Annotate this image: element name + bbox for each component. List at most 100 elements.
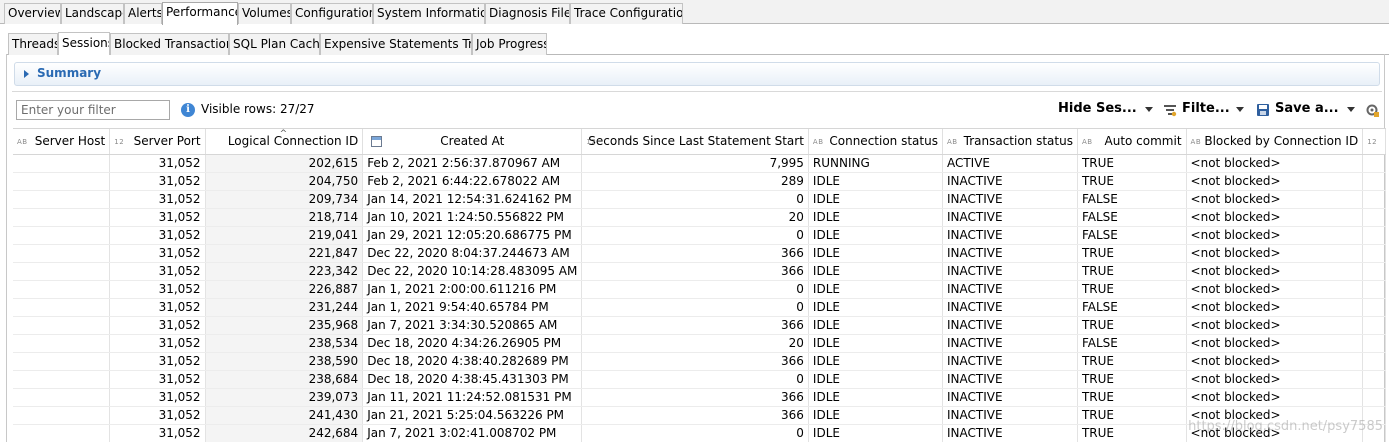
table-row[interactable]: 31,052 231,244 Jan 1, 2021 9:54:40.65784 P… bbox=[13, 298, 1386, 317]
cell-server-host bbox=[13, 316, 111, 335]
cell-truncated bbox=[1362, 388, 1386, 407]
filter-button[interactable]: Filte... bbox=[1182, 101, 1230, 119]
table-row[interactable]: 31,052 235,968 Jan 7, 2021 3:34:30.520865 … bbox=[13, 316, 1386, 335]
col-header-connection-status[interactable]: AB Connection status bbox=[808, 129, 943, 155]
cell-server-port: 31,052 bbox=[109, 172, 206, 191]
filter-dropdown-icon[interactable] bbox=[1236, 107, 1244, 112]
cell-logical-connection-id: 238,684 bbox=[205, 370, 364, 389]
cell-logical-connection-id: 204,750 bbox=[205, 172, 364, 191]
summary-section[interactable]: Summary bbox=[14, 62, 1380, 86]
table-row[interactable]: 31,052 238,534 Dec 18, 2020 4:34:26.26905 … bbox=[13, 334, 1386, 353]
cell-server-host bbox=[13, 208, 111, 227]
table-row[interactable]: 31,052 239,073 Jan 11, 2021 11:24:52.08153… bbox=[13, 388, 1386, 407]
hide-sessions-dropdown-icon[interactable] bbox=[1145, 107, 1153, 112]
filter-icon[interactable] bbox=[1163, 103, 1177, 117]
tab-landscape[interactable]: Landscape bbox=[61, 3, 124, 24]
cell-blocked-by-connection-id: <not blocked> bbox=[1186, 370, 1364, 389]
tab-overview[interactable]: Overview bbox=[4, 3, 61, 24]
cell-blocked-by-connection-id: <not blocked> bbox=[1186, 280, 1364, 299]
sessions-table-container[interactable]: AB Server Host 12 Server Port ^ Logical … bbox=[13, 128, 1386, 442]
col-header-logical-connection-id[interactable]: ^ Logical Connection ID bbox=[205, 129, 364, 155]
save-as-button[interactable]: Save a... bbox=[1275, 101, 1339, 119]
col-header-created-at[interactable]: Created At bbox=[362, 129, 583, 155]
cell-server-host bbox=[13, 424, 111, 442]
cell-truncated bbox=[1362, 154, 1386, 173]
table-row[interactable]: 31,052 204,750 Feb 2, 2021 6:44:22.678022 … bbox=[13, 172, 1386, 191]
cell-logical-connection-id: 219,041 bbox=[205, 226, 364, 245]
cell-connection-status: IDLE bbox=[808, 352, 943, 371]
col-header-transaction-status[interactable]: AB Transaction status bbox=[942, 129, 1078, 155]
cell-server-port: 31,052 bbox=[109, 262, 206, 281]
tab-sessions[interactable]: Sessions bbox=[58, 32, 110, 55]
cell-created-at: Jan 1, 2021 9:54:40.65784 PM bbox=[362, 298, 583, 317]
table-row[interactable]: 31,052 221,847 Dec 22, 2020 8:04:37.244673… bbox=[13, 244, 1386, 263]
cell-created-at: Dec 18, 2020 4:38:45.431303 PM bbox=[362, 370, 583, 389]
cell-connection-status: IDLE bbox=[808, 208, 943, 227]
tab-system-information[interactable]: System Information bbox=[373, 3, 485, 24]
table-row[interactable]: 31,052 219,041 Jan 29, 2021 12:05:20.68677… bbox=[13, 226, 1386, 245]
cell-logical-connection-id: 223,342 bbox=[205, 262, 364, 281]
cell-server-host bbox=[13, 370, 111, 389]
cell-blocked-by-connection-id: <not blocked> bbox=[1186, 226, 1364, 245]
cell-seconds-since-last-statement: 0 bbox=[581, 298, 809, 317]
cell-connection-status: IDLE bbox=[808, 262, 943, 281]
cell-created-at: Jan 11, 2021 11:24:52.081531 PM bbox=[362, 388, 583, 407]
table-row[interactable]: 31,052 241,430 Jan 21, 2021 5:25:04.563226… bbox=[13, 406, 1386, 425]
cell-connection-status: IDLE bbox=[808, 424, 943, 442]
cell-transaction-status: INACTIVE bbox=[942, 424, 1078, 442]
cell-transaction-status: INACTIVE bbox=[942, 262, 1078, 281]
table-row[interactable]: 31,052 202,615 Feb 2, 2021 2:56:37.870967 … bbox=[13, 154, 1386, 173]
cell-auto-commit: FALSE bbox=[1077, 334, 1187, 353]
tab-configuration[interactable]: Configuration bbox=[291, 3, 373, 24]
tab-job-progress[interactable]: Job Progress bbox=[472, 33, 547, 55]
cell-logical-connection-id: 241,430 bbox=[205, 406, 364, 425]
col-header-truncated[interactable]: 12 bbox=[1362, 129, 1386, 155]
tab-performance[interactable]: Performance bbox=[162, 2, 238, 25]
table-row[interactable]: 31,052 218,714 Jan 10, 2021 1:24:50.556822… bbox=[13, 208, 1386, 227]
cell-auto-commit: TRUE bbox=[1077, 154, 1187, 173]
cell-blocked-by-connection-id: <not blocked> bbox=[1186, 172, 1364, 191]
tab-threads[interactable]: Threads bbox=[8, 33, 58, 55]
cell-created-at: Dec 18, 2020 4:34:26.26905 PM bbox=[362, 334, 583, 353]
hide-sessions-button[interactable]: Hide Ses... bbox=[1058, 101, 1137, 119]
tab-alerts[interactable]: Alerts bbox=[124, 3, 162, 24]
table-row[interactable]: 31,052 209,734 Jan 14, 2021 12:54:31.62416… bbox=[13, 190, 1386, 209]
tab-volumes[interactable]: Volumes bbox=[238, 3, 291, 24]
col-header-seconds-since-last-statement[interactable]: 12 Seconds Since Last Statement Start bbox=[581, 129, 809, 155]
table-row[interactable]: 31,052 226,887 Jan 1, 2021 2:00:00.611216 … bbox=[13, 280, 1386, 299]
table-row[interactable]: 31,052 238,684 Dec 18, 2020 4:38:45.431303… bbox=[13, 370, 1386, 389]
col-header-server-host[interactable]: AB Server Host bbox=[13, 129, 111, 155]
cell-created-at: Jan 29, 2021 12:05:20.686775 PM bbox=[362, 226, 583, 245]
tab-diagnosis-files[interactable]: Diagnosis Files bbox=[485, 3, 570, 24]
col-header-blocked-by-connection-id[interactable]: AB Blocked by Connection ID bbox=[1186, 129, 1364, 155]
save-icon[interactable] bbox=[1256, 103, 1270, 117]
cell-server-port: 31,052 bbox=[109, 298, 206, 317]
cell-truncated bbox=[1362, 370, 1386, 389]
table-row[interactable]: 31,052 223,342 Dec 22, 2020 10:14:28.48309… bbox=[13, 262, 1386, 281]
cell-transaction-status: INACTIVE bbox=[942, 280, 1078, 299]
expand-arrow-icon[interactable] bbox=[24, 70, 29, 78]
tab-expensive-statements-trace[interactable]: Expensive Statements Trace bbox=[320, 33, 472, 55]
cell-created-at: Jan 14, 2021 12:54:31.624162 PM bbox=[362, 190, 583, 209]
tab-trace-configuration[interactable]: Trace Configuration bbox=[570, 3, 683, 24]
cell-auto-commit: TRUE bbox=[1077, 424, 1187, 442]
table-row[interactable]: 31,052 242,684 Jan 7, 2021 3:02:41.008702 … bbox=[13, 424, 1386, 442]
col-header-auto-commit[interactable]: AB Auto commit bbox=[1077, 129, 1187, 155]
cell-logical-connection-id: 221,847 bbox=[205, 244, 364, 263]
text-type-icon: AB bbox=[812, 138, 824, 146]
cell-created-at: Jan 7, 2021 3:02:41.008702 PM bbox=[362, 424, 583, 442]
cell-auto-commit: TRUE bbox=[1077, 316, 1187, 335]
cell-created-at: Dec 18, 2020 4:38:40.282689 PM bbox=[362, 352, 583, 371]
col-header-server-port[interactable]: 12 Server Port bbox=[109, 129, 206, 155]
tab-blocked-transactions[interactable]: Blocked Transactions bbox=[110, 33, 229, 55]
table-row[interactable]: 31,052 238,590 Dec 18, 2020 4:38:40.282689… bbox=[13, 352, 1386, 371]
cell-server-host bbox=[13, 352, 111, 371]
save-dropdown-icon[interactable] bbox=[1347, 107, 1355, 112]
filter-input[interactable] bbox=[16, 100, 170, 120]
cell-server-host bbox=[13, 262, 111, 281]
settings-icon[interactable] bbox=[1365, 103, 1379, 117]
cell-server-port: 31,052 bbox=[109, 352, 206, 371]
cell-auto-commit: TRUE bbox=[1077, 172, 1187, 191]
tab-sql-plan-cache[interactable]: SQL Plan Cache bbox=[229, 33, 320, 55]
info-icon: i bbox=[181, 103, 195, 117]
